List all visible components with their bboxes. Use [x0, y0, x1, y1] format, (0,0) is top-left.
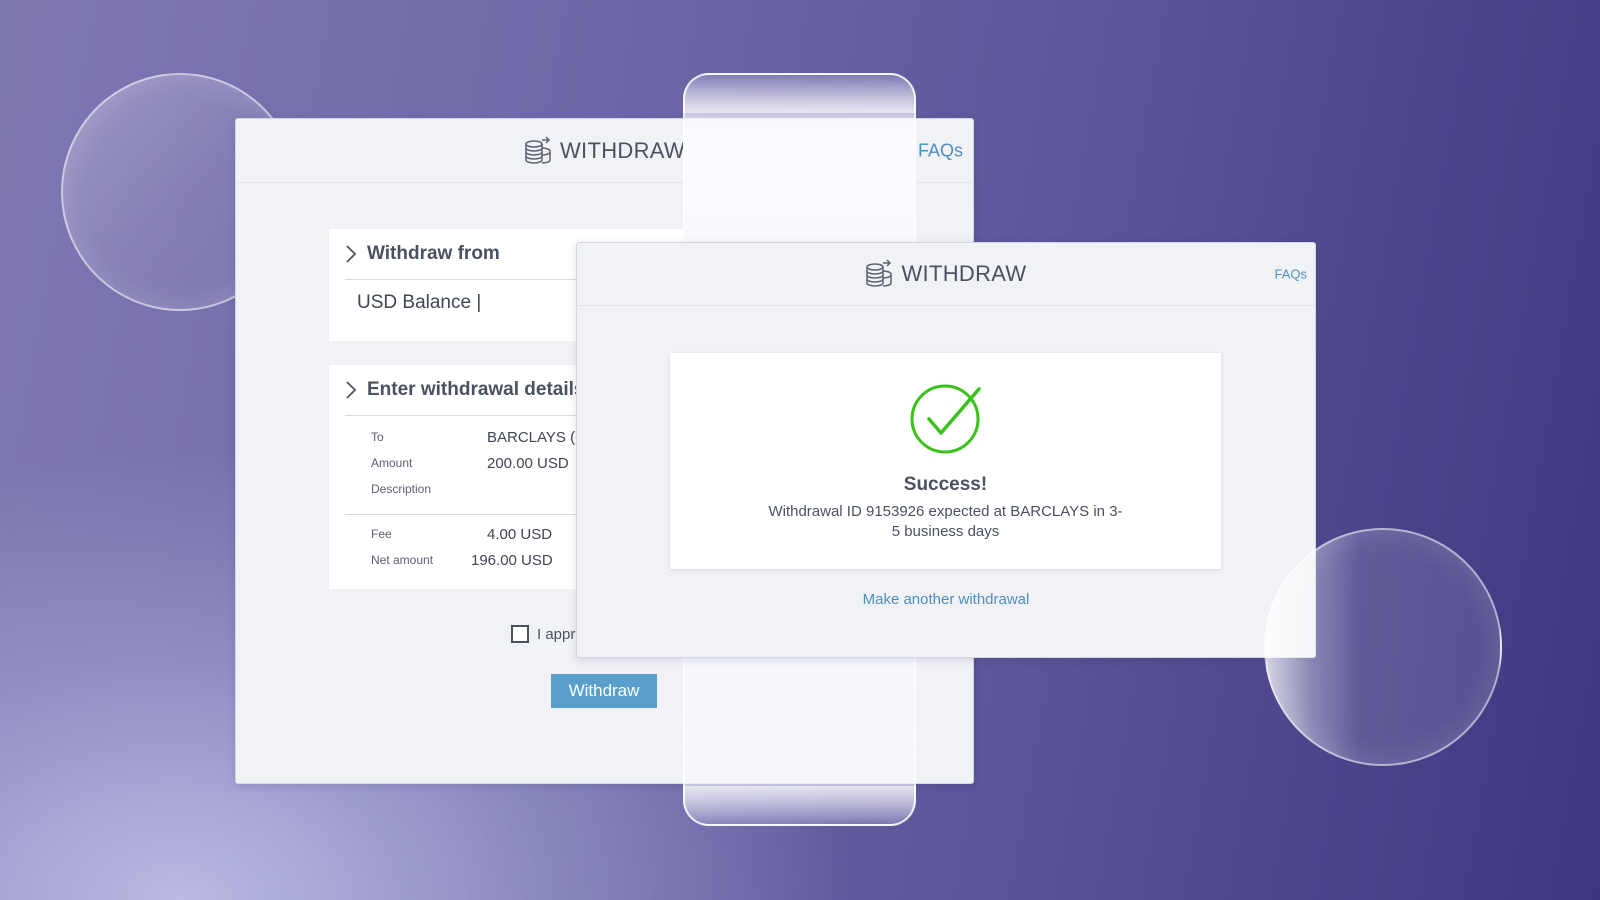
approve-row: I appro — [511, 625, 584, 643]
faq-link[interactable]: FAQs — [1274, 267, 1307, 282]
approve-checkbox[interactable] — [511, 625, 529, 643]
success-title: Success! — [903, 474, 988, 495]
chevron-right-icon — [346, 381, 357, 399]
chevron-right-icon — [346, 245, 357, 263]
decorative-glass-circle — [1264, 528, 1502, 766]
coins-icon — [525, 135, 551, 164]
detail-label: Fee — [371, 527, 392, 541]
panel-title-text: WITHDRAW — [559, 137, 685, 163]
coins-icon — [866, 259, 893, 287]
section-heading-label: Enter withdrawal details — [367, 379, 585, 400]
faq-link[interactable]: FAQs — [918, 140, 963, 161]
detail-label: To — [371, 430, 384, 444]
panel-title: WITHDRAW — [865, 259, 1026, 289]
detail-label: Net amount — [371, 553, 434, 567]
section-heading-label: Withdraw from — [367, 243, 500, 264]
success-message: Withdrawal ID 9153926 expected at BARCLA… — [768, 503, 1123, 540]
success-card: Success! Withdrawal ID 9153926 expected … — [670, 353, 1221, 569]
withdraw-from-value: USD Balance — [357, 292, 472, 313]
detail-label: Amount — [371, 456, 413, 470]
text-caret: | — [476, 292, 482, 313]
withdraw-success-panel: WITHDRAW FAQs Success! Withdrawal ID 915… — [576, 242, 1316, 658]
decorative-glass-pill-top — [683, 73, 916, 113]
detail-label: Description — [371, 482, 432, 496]
detail-value: 196.00 USD — [471, 552, 553, 569]
detail-value: BARCLAYS (6 — [487, 429, 584, 446]
panel-title: WITHDRAW — [524, 135, 685, 166]
detail-value: 4.00 USD — [487, 526, 553, 543]
make-another-withdrawal-link[interactable]: Make another withdrawal — [577, 591, 1315, 608]
check-circle-icon — [910, 384, 981, 454]
detail-value: 200.00 USD — [487, 455, 569, 472]
withdraw-button[interactable]: Withdraw — [551, 674, 657, 708]
panel-title-text: WITHDRAW — [901, 261, 1027, 286]
decorative-glass-pill-bottom — [683, 786, 916, 826]
panel-header: WITHDRAW FAQs — [577, 243, 1315, 306]
